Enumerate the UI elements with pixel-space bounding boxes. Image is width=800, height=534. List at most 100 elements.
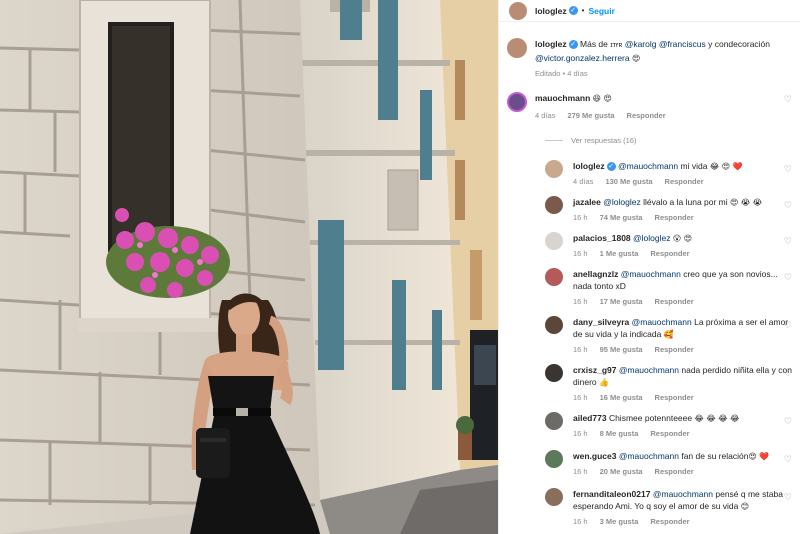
caption-mention-1[interactable]: @karolg xyxy=(625,39,657,49)
reply-avatar[interactable] xyxy=(545,196,563,214)
commenter-username[interactable]: mauochmann xyxy=(535,93,590,103)
reply-avatar[interactable] xyxy=(545,316,563,334)
reply-reply-button[interactable]: Responder xyxy=(655,344,694,356)
reply-meta: 16 h 74 Me gusta Responder xyxy=(573,212,792,224)
reply-likes[interactable]: 8 Me gusta xyxy=(600,428,639,440)
reply-username[interactable]: jazalee xyxy=(573,197,601,207)
reply-reply-button[interactable]: Responder xyxy=(655,466,694,478)
reply-username[interactable]: fernanditaleon0217 xyxy=(573,489,650,499)
caption: lologlez ✓ Más de ɪᴛғʀ @karolg @franciscu… xyxy=(499,38,800,80)
heart-icon[interactable]: ♡ xyxy=(784,416,792,427)
heart-icon[interactable]: ♡ xyxy=(784,272,792,283)
heart-icon[interactable]: ♡ xyxy=(784,368,792,379)
reply-mention[interactable]: @lologlez xyxy=(603,197,640,207)
reply-time: 4 días xyxy=(573,177,594,186)
reply-emoji: 😂 😍 ❤️ xyxy=(709,162,743,171)
reply-mention[interactable]: @mauochmann xyxy=(632,317,692,327)
follow-button[interactable]: Seguir xyxy=(588,6,614,16)
caption-text-prefix: Más de xyxy=(580,39,611,49)
reply-username[interactable]: crxisz_g97 xyxy=(573,365,616,375)
reply-reply-button[interactable]: Responder xyxy=(650,428,689,440)
comment-time: 4 días xyxy=(535,111,556,120)
reply-likes[interactable]: 20 Me gusta xyxy=(600,466,643,478)
reply-reply-button[interactable]: Responder xyxy=(650,248,689,260)
reply-reply-button[interactable]: Responder xyxy=(650,516,689,528)
heart-icon[interactable]: ♡ xyxy=(784,236,792,247)
reply-mention[interactable]: @mauochmann xyxy=(619,451,679,461)
reply-emoji: 😍 ❤️ xyxy=(748,452,770,461)
reply-likes[interactable]: 1 Me gusta xyxy=(600,248,639,260)
view-replies-button[interactable]: Ver respuestas (16) xyxy=(545,136,636,145)
heart-icon[interactable]: ♡ xyxy=(784,454,792,465)
reply-item: lologlez ✓ @mauochmann mi vida 😂 😍 ❤️ 4 dí… xyxy=(499,160,800,188)
reply-avatar[interactable] xyxy=(545,232,563,250)
reply-avatar[interactable] xyxy=(545,160,563,178)
photo-illustration xyxy=(0,0,498,534)
reply-username[interactable]: anellagnzlz xyxy=(573,269,618,279)
reply-mention[interactable]: @lologlez xyxy=(633,233,670,243)
reply-item: dany_silveyra @mauochmann La próxima a s… xyxy=(499,316,800,356)
reply-divider xyxy=(545,140,563,141)
author-avatar[interactable] xyxy=(509,1,527,20)
reply-meta: 16 h 16 Me gusta Responder xyxy=(573,392,792,404)
reply-likes[interactable]: 3 Me gusta xyxy=(600,516,639,528)
reply-likes[interactable]: 74 Me gusta xyxy=(600,212,643,224)
caption-avatar[interactable] xyxy=(507,38,527,58)
reply-username[interactable]: lologlez xyxy=(573,161,605,171)
heart-icon[interactable]: ♡ xyxy=(784,492,792,503)
reply-reply-button[interactable]: Responder xyxy=(665,176,704,188)
view-replies-label: Ver respuestas (16) xyxy=(571,136,637,145)
reply-time: 16 h xyxy=(573,467,588,476)
reply-avatar[interactable] xyxy=(545,412,563,430)
reply-time: 16 h xyxy=(573,345,588,354)
reply-avatar[interactable] xyxy=(545,268,563,286)
reply-time: 16 h xyxy=(573,429,588,438)
reply-username[interactable]: dany_silveyra xyxy=(573,317,629,327)
reply-reply-button[interactable]: Responder xyxy=(655,212,694,224)
reply-reply-button[interactable]: Responder xyxy=(655,296,694,308)
reply-item: jazalee @lologlez llévalo a la luna por … xyxy=(499,196,800,224)
reply-meta: 16 h 1 Me gusta Responder xyxy=(573,248,792,260)
heart-icon[interactable]: ♡ xyxy=(784,94,792,105)
post-photo[interactable] xyxy=(0,0,498,534)
heart-icon[interactable]: ♡ xyxy=(784,200,792,211)
caption-mention-2[interactable]: @franciscus xyxy=(659,39,706,49)
caption-emoji: 😍 xyxy=(632,54,641,63)
comment-likes[interactable]: 279 Me gusta xyxy=(567,110,614,122)
reply-mention[interactable]: @mauochmann xyxy=(653,489,713,499)
reply-likes[interactable]: 16 Me gusta xyxy=(600,392,643,404)
reply-mention[interactable]: @mauochmann xyxy=(618,161,678,171)
reply-username[interactable]: palacios_1808 xyxy=(573,233,631,243)
reply-avatar[interactable] xyxy=(545,488,563,506)
caption-text-mid: y condecoración xyxy=(705,39,771,49)
reply-emoji: 🥰 xyxy=(663,330,674,339)
reply-mention[interactable]: @mauochmann xyxy=(619,365,679,375)
reply-username[interactable]: ailed773 xyxy=(573,413,607,423)
comment-reply-button[interactable]: Responder xyxy=(627,110,666,122)
verified-badge-icon: ✓ xyxy=(568,6,578,15)
reply-mention[interactable]: @mauochmann xyxy=(621,269,681,279)
reply-meta: 16 h 20 Me gusta Responder xyxy=(573,466,792,478)
reply-avatar[interactable] xyxy=(545,450,563,468)
verified-badge-icon: ✓ xyxy=(606,162,616,172)
reply-likes[interactable]: 95 Me gusta xyxy=(600,344,643,356)
reply-username[interactable]: wen.guce3 xyxy=(573,451,616,461)
caption-mention-3[interactable]: @victor.gonzalez.herrera xyxy=(535,53,630,63)
reply-text: llévalo a la luna por mi xyxy=(640,197,731,207)
heart-icon[interactable]: ♡ xyxy=(784,320,792,331)
caption-meta: Editado • 4 días xyxy=(535,68,792,80)
reply-meta: 16 h 17 Me gusta Responder xyxy=(573,296,792,308)
commenter-avatar[interactable] xyxy=(507,92,527,112)
caption-brand: ɪᴛғʀ xyxy=(610,42,623,49)
reply-item: crxisz_g97 @mauochmann nada perdido niñi… xyxy=(499,364,800,404)
reply-avatar[interactable] xyxy=(545,364,563,382)
reply-likes[interactable]: 17 Me gusta xyxy=(600,296,643,308)
reply-likes[interactable]: 130 Me gusta xyxy=(605,176,652,188)
reply-item: wen.guce3 @mauochmann fan de su relación… xyxy=(499,450,800,478)
caption-username[interactable]: lologlez xyxy=(535,39,567,49)
heart-icon[interactable]: ♡ xyxy=(784,164,792,175)
reply-text: fan de su relación xyxy=(678,451,749,461)
reply-reply-button[interactable]: Responder xyxy=(655,392,694,404)
reply-emoji: 👍 xyxy=(599,378,609,387)
author-username[interactable]: lologlez xyxy=(535,6,567,16)
